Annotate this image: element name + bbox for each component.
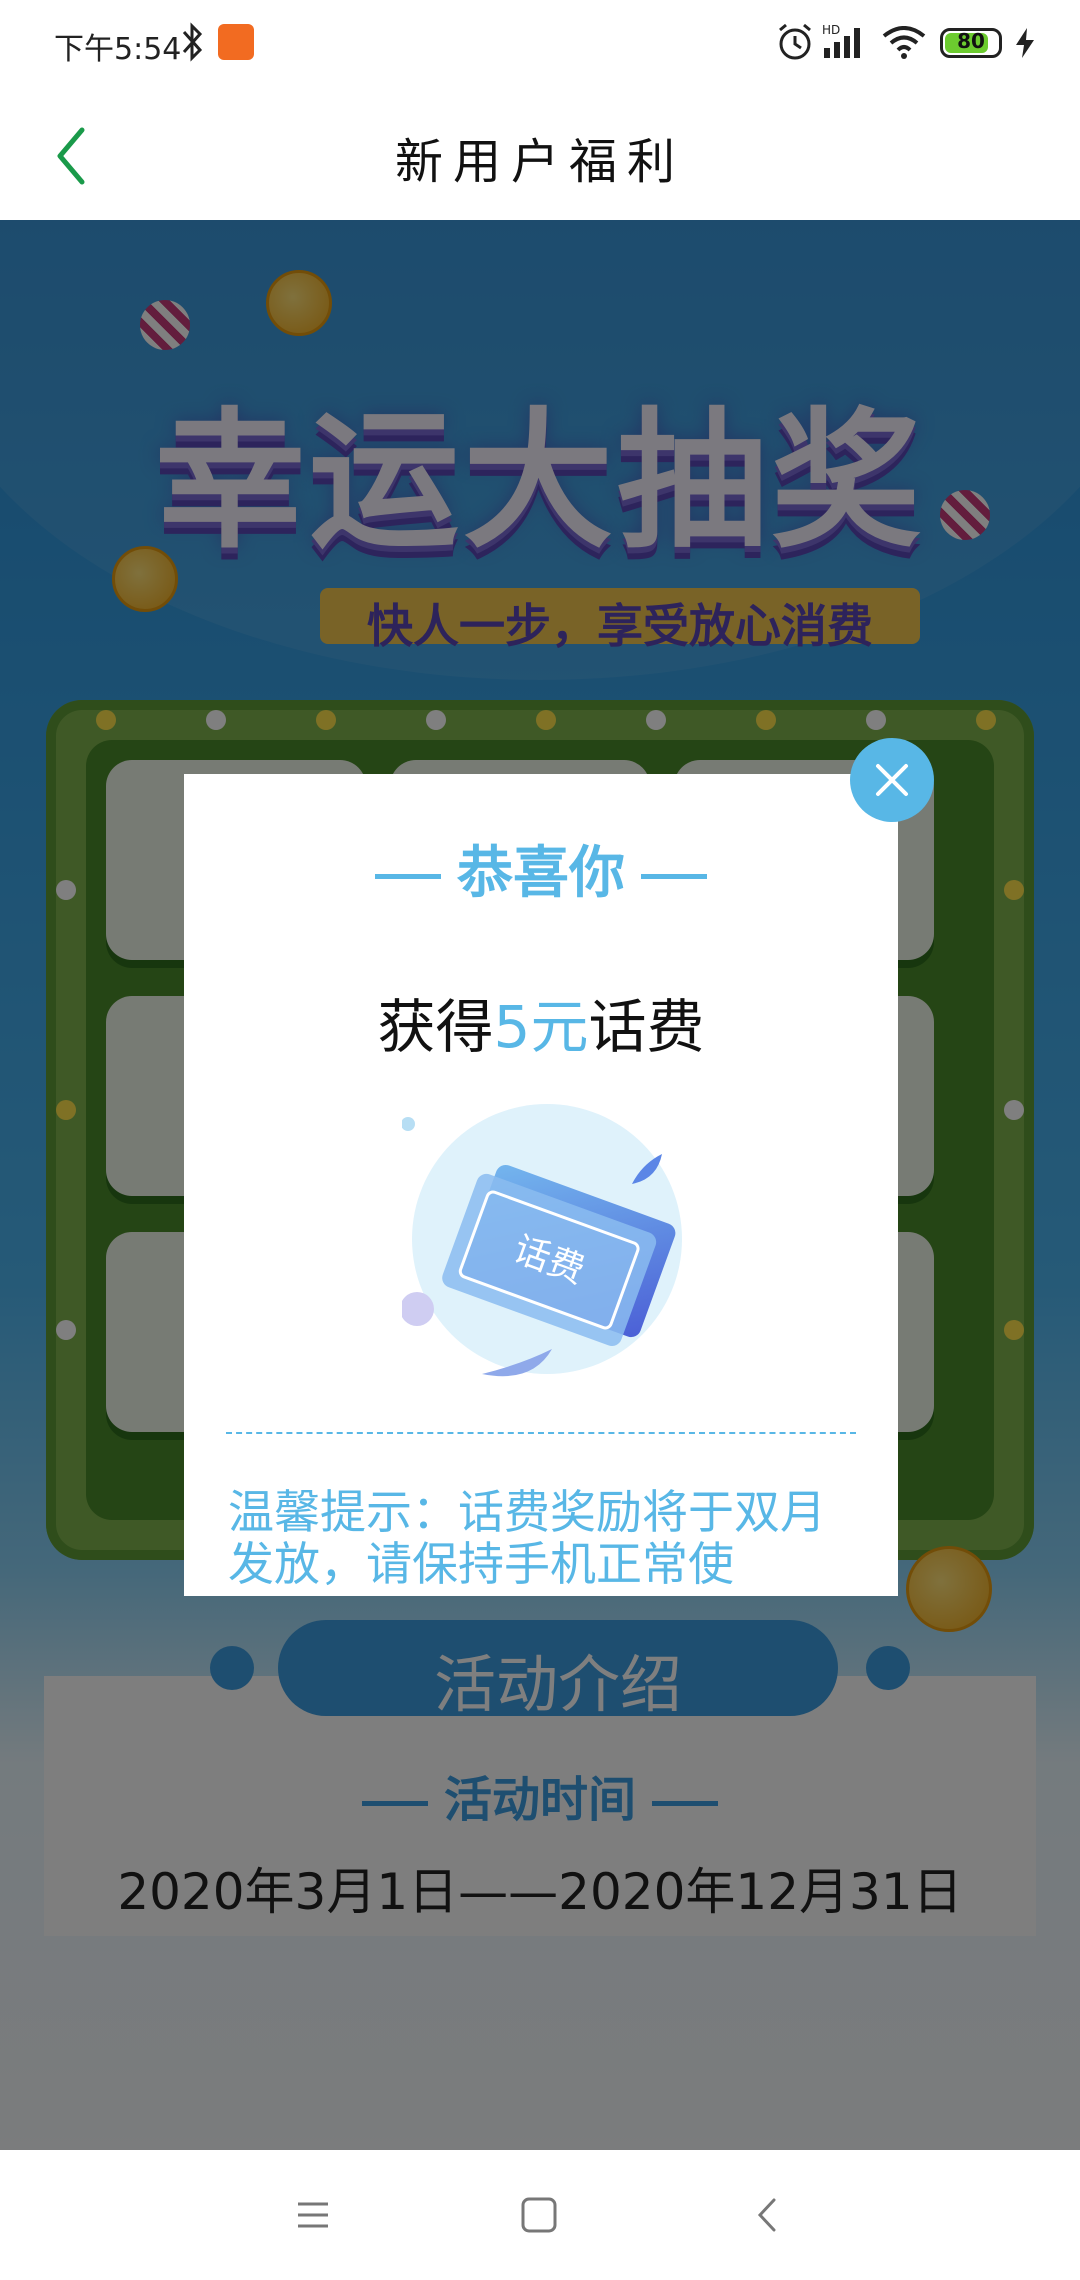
alarm-icon xyxy=(779,23,811,60)
modal-divider xyxy=(226,1432,856,1434)
app-header: 新用户福利 xyxy=(0,88,1080,220)
modal-heading: 恭喜你 xyxy=(184,828,898,909)
hd-signal-icon: HD xyxy=(822,23,860,58)
modal-tip: 温馨提示：话费奖励将于双月发放，请保持手机正常使 xyxy=(228,1485,826,1591)
status-time: 下午5:54 xyxy=(54,32,182,67)
prize-prefix: 获得 xyxy=(377,993,494,1061)
modal-heading-text: 恭喜你 xyxy=(457,841,625,906)
close-button[interactable] xyxy=(850,738,934,822)
prize-line: 获得5元话费 xyxy=(184,980,898,1064)
home-icon[interactable] xyxy=(520,2196,558,2234)
page-title: 新用户福利 xyxy=(394,134,685,190)
wifi-icon xyxy=(882,26,926,59)
battery-level: 80 xyxy=(957,29,985,53)
prize-value: 5元 xyxy=(493,993,589,1061)
charging-icon xyxy=(1016,28,1034,58)
prize-modal: 恭喜你 获得5元话费 话费 温馨提示：话费奖励将于双月发放，请保持手机正常使 xyxy=(184,774,898,1596)
heading-dash-right xyxy=(641,874,707,880)
app-notification-icon xyxy=(218,24,254,60)
status-bar: 下午5:54 HD 80 xyxy=(0,0,1080,88)
heading-dash-left xyxy=(375,874,441,880)
prize-suffix: 话费 xyxy=(588,993,705,1061)
menu-icon[interactable] xyxy=(296,2200,330,2230)
svg-text:HD: HD xyxy=(822,23,840,37)
close-icon xyxy=(876,764,908,796)
system-nav-bar xyxy=(0,2150,1080,2280)
bluetooth-icon xyxy=(182,22,203,62)
phone-credit-voucher-icon: 话费 xyxy=(402,1104,682,1377)
battery-icon: 80 xyxy=(940,28,1002,58)
back-icon[interactable] xyxy=(752,2196,782,2234)
